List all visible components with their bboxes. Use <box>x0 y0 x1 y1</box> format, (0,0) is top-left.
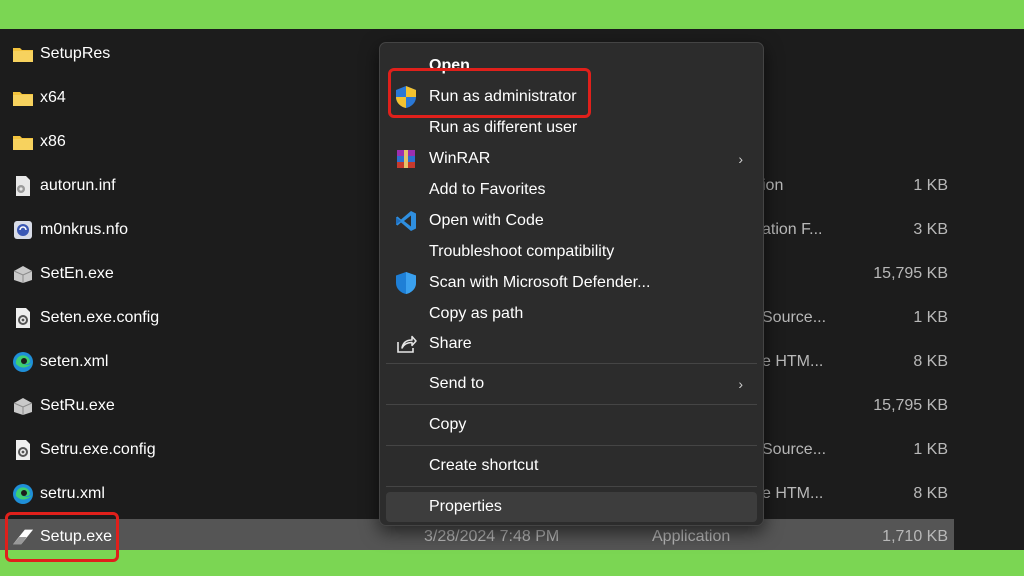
folder-icon <box>12 43 34 65</box>
file-size: 1,710 KB <box>882 528 948 545</box>
menu-label: Add to Favorites <box>429 181 546 198</box>
file-type: Source... <box>762 309 827 326</box>
menu-label: Properties <box>429 498 502 515</box>
file-size: 1 KB <box>913 309 948 326</box>
file-name: x86 <box>40 133 66 150</box>
file-size: 1 KB <box>913 177 948 194</box>
menu-label: Open <box>429 57 470 74</box>
menu-label: Send to <box>429 375 485 392</box>
menu-separator <box>386 404 757 405</box>
config-file-icon <box>12 307 34 329</box>
menu-label: Open with Code <box>429 212 544 229</box>
file-name: setru.xml <box>40 485 105 502</box>
defender-shield-icon <box>394 271 418 295</box>
file-name: x64 <box>40 89 66 106</box>
menu-label: Scan with Microsoft Defender... <box>429 274 651 291</box>
vscode-icon <box>394 209 418 233</box>
menu-label: WinRAR <box>429 150 491 167</box>
edge-icon <box>12 351 34 373</box>
file-size: 8 KB <box>913 485 948 502</box>
file-size: 8 KB <box>913 353 948 370</box>
file-size: 15,795 KB <box>873 265 948 282</box>
chevron-right-icon: › <box>738 376 743 392</box>
menu-label: Create shortcut <box>429 457 539 474</box>
uac-shield-icon <box>394 85 418 109</box>
file-size: 3 KB <box>913 221 948 238</box>
edge-icon <box>12 483 34 505</box>
inf-file-icon <box>12 175 34 197</box>
menu-item-send-to[interactable]: Send to › <box>386 369 757 399</box>
menu-item-copy[interactable]: Copy <box>386 410 757 440</box>
file-name: SetRu.exe <box>40 397 115 414</box>
menu-label: Copy as path <box>429 305 524 322</box>
file-name: autorun.inf <box>40 177 116 194</box>
menu-item-run-as-admin[interactable]: Run as administrator <box>386 82 757 112</box>
menu-item-troubleshoot[interactable]: Troubleshoot compatibility <box>386 237 757 267</box>
menu-separator <box>386 486 757 487</box>
file-name: SetEn.exe <box>40 265 114 282</box>
file-name: seten.xml <box>40 353 109 370</box>
menu-label: Troubleshoot compatibility <box>429 243 615 260</box>
menu-item-add-to-favorites[interactable]: Add to Favorites <box>386 175 757 205</box>
file-name: m0nkrus.nfo <box>40 221 129 238</box>
context-menu: Open Run as administrator Run as differe… <box>379 42 764 526</box>
file-type: Source... <box>762 441 827 458</box>
menu-label: Run as different user <box>429 119 578 136</box>
menu-item-open-with-code[interactable]: Open with Code <box>386 206 757 236</box>
file-size: 15,795 KB <box>873 397 948 414</box>
config-file-icon <box>12 439 34 461</box>
file-name: Seten.exe.config <box>40 309 160 326</box>
chevron-right-icon: › <box>738 151 743 167</box>
file-type: Application <box>652 528 731 545</box>
file-type: ation F... <box>762 221 823 238</box>
folder-icon <box>12 131 34 153</box>
menu-item-scan-defender[interactable]: Scan with Microsoft Defender... <box>386 268 757 298</box>
menu-item-run-as-different-user[interactable]: Run as different user <box>386 113 757 143</box>
file-type: e HTM... <box>762 485 824 502</box>
folder-icon <box>12 87 34 109</box>
file-name: Setup.exe <box>40 528 113 545</box>
nfo-file-icon <box>12 219 34 241</box>
menu-label: Run as administrator <box>429 88 577 105</box>
menu-item-properties[interactable]: Properties <box>386 492 757 522</box>
file-type: ion <box>762 177 784 194</box>
file-size: 1 KB <box>913 441 948 458</box>
file-name: SetupRes <box>40 45 111 62</box>
file-type: e HTM... <box>762 353 824 370</box>
menu-label: Copy <box>429 416 467 433</box>
winrar-icon <box>394 147 418 171</box>
file-name: Setru.exe.config <box>40 441 156 458</box>
installer-icon <box>12 395 34 417</box>
menu-separator <box>386 445 757 446</box>
installer-icon <box>12 263 34 285</box>
menu-item-winrar[interactable]: WinRAR › <box>386 144 757 174</box>
autodesk-icon <box>12 526 34 548</box>
share-icon <box>394 332 418 356</box>
menu-item-open[interactable]: Open <box>386 51 757 81</box>
menu-item-copy-as-path[interactable]: Copy as path <box>386 299 757 329</box>
menu-item-share[interactable]: Share <box>386 329 757 359</box>
menu-separator <box>386 363 757 364</box>
menu-label: Share <box>429 335 472 352</box>
menu-item-create-shortcut[interactable]: Create shortcut <box>386 451 757 481</box>
file-date: 3/28/2024 7:48 PM <box>424 528 560 545</box>
